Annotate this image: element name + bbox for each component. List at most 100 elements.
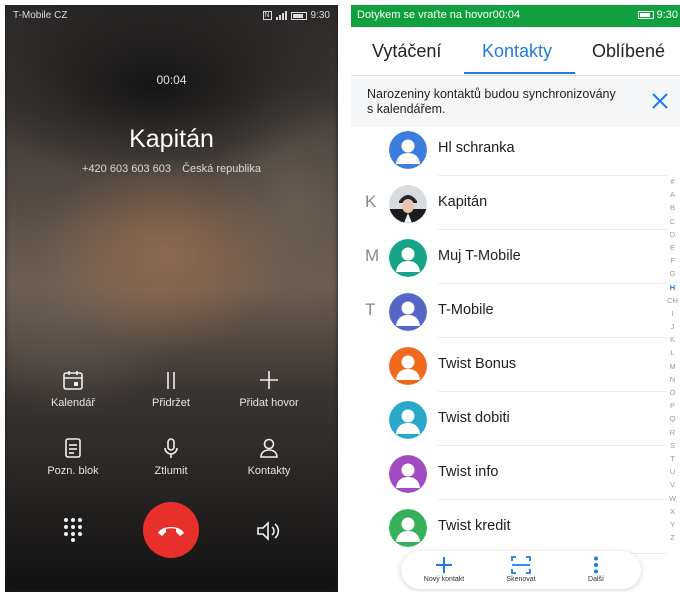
person-avatar-icon xyxy=(389,509,427,547)
index-letter[interactable]: S xyxy=(665,439,680,452)
tab-favorites[interactable]: Oblíbené xyxy=(592,41,665,62)
person-avatar-icon xyxy=(389,347,427,385)
contact-name: Twist Bonus xyxy=(438,356,517,372)
active-tab-indicator xyxy=(464,72,575,74)
caller-details: +420 603 603 603 Česká republika xyxy=(5,163,338,175)
section-letter: K xyxy=(365,192,377,211)
nfc-icon: N xyxy=(262,11,272,20)
index-letter[interactable]: H xyxy=(665,281,680,294)
section-letter: M xyxy=(365,246,380,265)
contact-name: Twist kredit xyxy=(438,518,511,534)
contact-row[interactable]: T T-Mobile xyxy=(351,284,667,338)
index-letter[interactable]: Z xyxy=(665,531,680,544)
index-letter[interactable]: R xyxy=(665,426,680,439)
contact-row[interactable]: K Kapitán xyxy=(351,176,667,230)
index-letter[interactable]: N xyxy=(665,373,680,386)
tab-divider xyxy=(351,75,680,76)
index-letter[interactable]: Q xyxy=(665,412,680,425)
index-letter[interactable]: CH xyxy=(665,294,680,307)
person-avatar-icon xyxy=(389,239,427,277)
caller-country: Česká republika xyxy=(182,163,261,175)
contact-name: Twist info xyxy=(438,464,499,480)
notepad-icon xyxy=(65,438,81,458)
caller-name: Kapitán xyxy=(129,125,214,153)
more-label: Další xyxy=(588,576,604,583)
return-to-call-bar[interactable]: Dotykem se vraťte na hovor00:04 9:30 xyxy=(351,5,680,27)
index-letter[interactable]: F xyxy=(665,254,680,267)
contact-row[interactable]: Twist dobiti xyxy=(351,392,667,446)
index-letter[interactable]: V xyxy=(665,478,680,491)
banner-text: Narozeniny kontaktů budou synchronizován… xyxy=(367,87,616,116)
index-letter[interactable]: L xyxy=(665,346,680,359)
index-letter[interactable]: O xyxy=(665,386,680,399)
person-avatar-icon xyxy=(389,131,427,169)
battery-icon xyxy=(290,11,307,20)
contact-name: T-Mobile xyxy=(438,302,494,318)
scan-button[interactable]: Skenovat xyxy=(486,554,556,583)
add-call-label: Přidat hovor xyxy=(239,397,299,409)
person-icon xyxy=(260,438,278,458)
contact-name: Kapitán xyxy=(438,194,488,210)
pause-icon xyxy=(167,372,175,389)
signal-icon xyxy=(275,11,287,20)
status-bar: T-Mobile CZ N 9:30 xyxy=(13,10,330,24)
index-letter[interactable]: K xyxy=(665,333,680,346)
index-letter[interactable]: Y xyxy=(665,518,680,531)
index-letter[interactable]: # xyxy=(665,175,680,188)
tab-contacts[interactable]: Kontakty xyxy=(482,41,552,62)
new-contact-button[interactable]: Nový kontakt xyxy=(409,554,479,583)
close-icon[interactable] xyxy=(649,90,671,112)
index-letter[interactable]: G xyxy=(665,267,680,280)
person-avatar-icon xyxy=(389,455,427,493)
contact-row[interactable]: M Muj T-Mobile xyxy=(351,230,667,284)
index-letter[interactable]: T xyxy=(665,452,680,465)
speaker-button[interactable] xyxy=(255,518,281,544)
tab-bar: Vytáčení Kontakty Oblíbené xyxy=(351,27,680,77)
contacts-button[interactable]: Kontakty xyxy=(229,433,309,477)
dialpad-icon xyxy=(64,518,82,542)
person-avatar-icon xyxy=(389,401,427,439)
contact-name: Muj T-Mobile xyxy=(438,248,521,264)
notepad-label: Pozn. blok xyxy=(47,465,99,477)
person-avatar-icon xyxy=(389,293,427,331)
index-letter[interactable]: W xyxy=(665,492,680,505)
hold-button[interactable]: Přidržet xyxy=(131,365,211,409)
index-letter[interactable]: D xyxy=(665,228,680,241)
index-letter[interactable]: B xyxy=(665,201,680,214)
hang-up-icon xyxy=(158,527,184,536)
more-vertical-icon xyxy=(594,556,598,574)
mute-label: Ztlumit xyxy=(154,465,188,477)
end-call-button[interactable] xyxy=(143,502,199,558)
index-letter[interactable]: U xyxy=(665,465,680,478)
index-letter[interactable]: J xyxy=(665,320,680,333)
section-letter: T xyxy=(365,300,376,319)
dialpad-button[interactable] xyxy=(61,516,85,542)
notepad-button[interactable]: Pozn. blok xyxy=(33,433,113,477)
status-time: 9:30 xyxy=(310,10,330,21)
hold-label: Přidržet xyxy=(152,397,190,409)
index-letter[interactable]: X xyxy=(665,505,680,518)
alphabet-index[interactable]: # A B C D E F G H CH I J K L M N O P Q R S T U V W X Y Z xyxy=(665,175,680,544)
contacts-screen: Dotykem se vraťte na hovor00:04 9:30 Vyt… xyxy=(351,5,680,592)
mute-button[interactable]: Ztlumit xyxy=(131,433,211,477)
index-letter[interactable]: E xyxy=(665,241,680,254)
new-contact-label: Nový kontakt xyxy=(423,576,465,583)
battery-icon xyxy=(637,11,654,19)
index-letter[interactable]: C xyxy=(665,215,680,228)
more-button[interactable]: Další xyxy=(561,554,631,583)
contacts-label: Kontakty xyxy=(247,465,291,477)
contact-row[interactable]: Twist kredit xyxy=(351,500,667,554)
contact-row[interactable]: Twist Bonus xyxy=(351,338,667,392)
index-letter[interactable]: P xyxy=(665,399,680,412)
caller-number: +420 603 603 603 xyxy=(82,163,172,175)
contact-row[interactable]: Twist info xyxy=(351,446,667,500)
contact-row[interactable]: Hl schranka xyxy=(351,122,667,176)
scan-icon xyxy=(511,556,531,574)
index-letter[interactable]: A xyxy=(665,188,680,201)
calendar-icon xyxy=(63,371,83,390)
index-letter[interactable]: I xyxy=(665,307,680,320)
add-call-button[interactable]: Přidat hovor xyxy=(229,365,309,409)
index-letter[interactable]: M xyxy=(665,360,680,373)
calendar-button[interactable]: Kalendář xyxy=(33,365,113,409)
tab-dialer[interactable]: Vytáčení xyxy=(372,41,441,62)
